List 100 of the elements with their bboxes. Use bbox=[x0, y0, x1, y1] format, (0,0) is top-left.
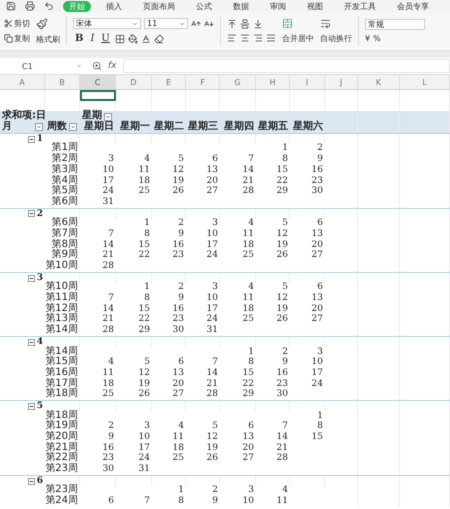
menu-tab[interactable]: 数据 bbox=[227, 0, 255, 12]
column-header[interactable]: G bbox=[220, 75, 256, 89]
month-label: 2 bbox=[36, 208, 43, 220]
menu-tab[interactable]: 插入 bbox=[100, 0, 128, 12]
week-label: 第7周 bbox=[52, 228, 78, 239]
name-box[interactable]: C1 bbox=[4, 60, 86, 72]
collapse-icon[interactable] bbox=[28, 136, 35, 143]
selected-cell[interactable] bbox=[80, 90, 116, 101]
format-button[interactable]: B bbox=[73, 33, 86, 44]
week-label: 第19周 bbox=[45, 421, 78, 432]
weekday-header: 星期四 bbox=[224, 122, 254, 133]
filter-dropdown[interactable] bbox=[35, 123, 43, 132]
fx-label[interactable]: fx bbox=[108, 61, 116, 71]
align-bottom-icon[interactable] bbox=[253, 19, 263, 29]
format-button[interactable]: U bbox=[99, 33, 112, 44]
collapse-icon[interactable] bbox=[28, 274, 35, 282]
day-cell: 9 bbox=[317, 154, 323, 165]
font-grow-icon[interactable] bbox=[191, 18, 201, 28]
wrap-icon[interactable] bbox=[320, 18, 331, 29]
month-label: 4 bbox=[36, 336, 43, 348]
month-label: 6 bbox=[36, 476, 43, 486]
day-cell: 30 bbox=[102, 464, 114, 475]
number-format-button[interactable]: % bbox=[373, 34, 381, 43]
day-cell: 25 bbox=[172, 453, 184, 464]
formula-input[interactable] bbox=[122, 59, 450, 73]
copy-button[interactable]: 复制 bbox=[4, 33, 30, 44]
column-header[interactable]: F bbox=[186, 75, 220, 89]
number-format-field[interactable]: 常规 bbox=[365, 19, 425, 30]
day-cell-text: 2 bbox=[212, 485, 218, 496]
brush-icon[interactable] bbox=[36, 18, 48, 30]
week-label: 第14周 bbox=[45, 325, 78, 336]
day-cell: 26 bbox=[276, 250, 288, 262]
column-header[interactable]: J bbox=[325, 75, 358, 89]
week-label: 第8周 bbox=[52, 240, 78, 250]
day-cell: 29 bbox=[242, 389, 254, 400]
wrap-button[interactable]: 自动换行 bbox=[320, 33, 352, 44]
day-cell-text: 20 bbox=[206, 176, 218, 186]
day-cell-text: 6 bbox=[317, 282, 323, 293]
day-cell-text: 4 bbox=[248, 282, 254, 293]
merge-button[interactable]: 合并居中 bbox=[282, 33, 314, 44]
collapse-icon[interactable] bbox=[28, 210, 35, 218]
day-cell-text: 16 bbox=[172, 240, 184, 250]
save-icon[interactable] bbox=[6, 1, 16, 11]
weekday-header: 星期三 bbox=[188, 122, 218, 133]
cut-button[interactable]: 剪切 bbox=[4, 18, 30, 29]
day-cell-text: 21 bbox=[276, 442, 288, 453]
undo-icon[interactable] bbox=[44, 1, 54, 11]
day-cell: 7 bbox=[212, 357, 218, 368]
day-cell: 10 bbox=[312, 357, 323, 368]
font-size-field[interactable]: 11 bbox=[144, 18, 188, 29]
eraser-icon[interactable] bbox=[154, 34, 164, 44]
column-header[interactable]: C bbox=[80, 75, 116, 89]
day-cell-text: 21 bbox=[102, 250, 114, 261]
fill-icon[interactable] bbox=[128, 34, 138, 44]
menu-tab[interactable]: 视图 bbox=[301, 0, 329, 12]
filter-dropdown[interactable] bbox=[69, 123, 77, 132]
filter-dropdown[interactable] bbox=[104, 112, 112, 121]
zoom-icon[interactable] bbox=[92, 61, 102, 71]
align-middle-icon[interactable] bbox=[240, 19, 250, 29]
menu-tab[interactable]: 审阅 bbox=[264, 0, 292, 12]
column-header[interactable]: H bbox=[256, 75, 290, 89]
merge-icon[interactable] bbox=[282, 18, 293, 29]
column-header[interactable]: A bbox=[0, 75, 45, 89]
column-header[interactable]: K bbox=[358, 75, 400, 89]
menu-tab[interactable]: 页面布局 bbox=[137, 0, 181, 12]
menu-tab[interactable]: 公式 bbox=[190, 0, 218, 12]
day-cell: 11 bbox=[102, 368, 114, 379]
font-shrink-icon[interactable] bbox=[204, 18, 214, 28]
day-cell: 10 bbox=[206, 228, 218, 240]
day-cell-text: 3 bbox=[212, 282, 218, 293]
day-cell: 26 bbox=[206, 453, 218, 464]
day-cell-text: 21 bbox=[206, 378, 218, 389]
day-cell: 29 bbox=[138, 325, 150, 336]
day-cell: 15 bbox=[276, 164, 288, 176]
align-right-icon[interactable] bbox=[253, 33, 263, 43]
column-header[interactable]: L bbox=[400, 75, 450, 89]
column-header[interactable]: I bbox=[290, 75, 325, 89]
day-cell: 8 bbox=[178, 496, 184, 507]
align-top-icon[interactable] bbox=[227, 19, 237, 29]
collapse-icon[interactable] bbox=[28, 402, 35, 410]
number-format-button[interactable]: ¥ bbox=[365, 34, 370, 43]
week-label: 第2周 bbox=[52, 154, 78, 164]
format-painter-button[interactable]: 格式刷 bbox=[36, 34, 60, 44]
day-cell: 10 bbox=[242, 496, 254, 507]
border-icon[interactable] bbox=[114, 34, 125, 44]
menu-tab[interactable]: 开发工具 bbox=[338, 0, 382, 12]
collapse-icon[interactable] bbox=[28, 338, 35, 346]
align-left-icon[interactable] bbox=[227, 33, 237, 43]
format-button[interactable]: I bbox=[88, 33, 96, 44]
font-name-field[interactable]: 宋体 bbox=[73, 18, 141, 29]
menu-tab[interactable]: 会员专享 bbox=[391, 0, 435, 12]
align-center-icon[interactable] bbox=[240, 33, 250, 43]
justify-icon[interactable] bbox=[266, 33, 276, 43]
column-header[interactable]: D bbox=[116, 75, 152, 89]
caret-icon bbox=[70, 124, 76, 130]
print-icon[interactable] bbox=[25, 1, 35, 11]
collapse-icon[interactable] bbox=[28, 478, 35, 485]
column-header[interactable]: E bbox=[152, 75, 186, 89]
week-label: 第17周 bbox=[45, 378, 78, 389]
font-color-icon[interactable] bbox=[140, 34, 151, 44]
